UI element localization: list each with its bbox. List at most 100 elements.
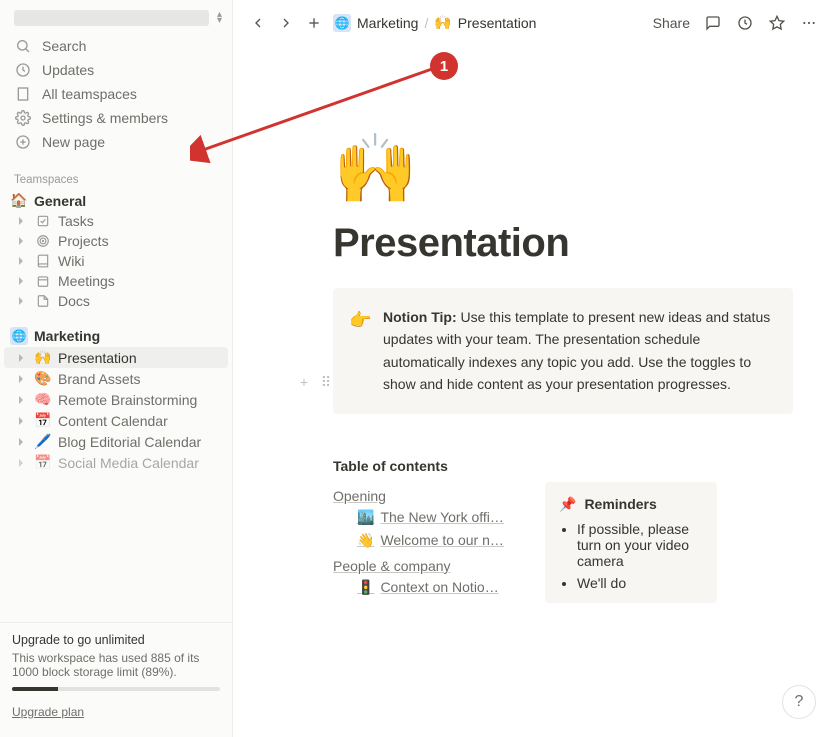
new-tab-icon[interactable]	[305, 14, 323, 32]
breadcrumb-presentation-label: Presentation	[458, 15, 537, 31]
add-block-icon[interactable]: +	[295, 373, 313, 391]
blog-editorial-label: Blog Editorial Calendar	[58, 434, 201, 450]
chevron-right-icon[interactable]	[14, 374, 28, 384]
toc-link-ny-office[interactable]: 🏙️The New York offi…	[333, 506, 523, 529]
sidebar-item-projects[interactable]: Projects	[4, 231, 228, 251]
wiki-label: Wiki	[58, 253, 84, 269]
tasks-label: Tasks	[58, 213, 94, 229]
settings-members-button[interactable]: Settings & members	[4, 106, 228, 130]
chevron-right-icon[interactable]	[14, 236, 28, 246]
reminders-callout[interactable]: 📌 Reminders If possible, please turn on …	[545, 482, 717, 603]
workspace-name[interactable]: Workspace	[14, 10, 209, 26]
chevron-right-icon[interactable]	[14, 296, 28, 306]
sidebar-item-tasks[interactable]: Tasks	[4, 211, 228, 231]
page-body: + ⠿ 🙌 Presentation 👉 Notion Tip: Use thi…	[233, 45, 834, 603]
teamspaces-section-label: Teamspaces	[0, 164, 232, 190]
raised-hands-icon: 🙌	[34, 349, 52, 366]
chevron-right-icon[interactable]	[14, 458, 28, 468]
breadcrumb-marketing[interactable]: 🌐 Marketing	[333, 14, 418, 32]
book-icon	[34, 254, 52, 268]
docs-label: Docs	[58, 293, 90, 309]
sidebar-item-blog-editorial[interactable]: 🖊️ Blog Editorial Calendar	[4, 431, 228, 452]
toc-heading-people[interactable]: People & company	[333, 552, 523, 576]
help-button[interactable]: ?	[782, 685, 816, 719]
toc-link-welcome[interactable]: 👋Welcome to our n…	[333, 529, 523, 552]
toc-heading-opening[interactable]: Opening	[333, 482, 523, 506]
history-icon[interactable]	[736, 14, 754, 32]
new-page-label: New page	[42, 134, 105, 150]
annotation-badge-1: 1	[430, 52, 458, 80]
chevron-right-icon[interactable]	[14, 216, 28, 226]
topbar: 🌐 Marketing / 🙌 Presentation Share	[233, 0, 834, 45]
projects-label: Projects	[58, 233, 109, 249]
globe-icon: 🌐	[333, 14, 351, 32]
breadcrumb: 🌐 Marketing / 🙌 Presentation	[333, 14, 536, 32]
updates-button[interactable]: Updates	[4, 58, 228, 82]
chevron-right-icon[interactable]	[14, 353, 28, 363]
sidebar-item-presentation[interactable]: 🙌 Presentation	[4, 347, 228, 368]
gear-icon	[14, 109, 32, 127]
sidebar: Workspace ▴▾ Search Updates	[0, 0, 233, 737]
toc-title: Table of contents	[333, 458, 793, 474]
upgrade-title: Upgrade to go unlimited	[12, 633, 220, 647]
traffic-light-icon: 🚦	[357, 579, 374, 596]
sidebar-item-brand-assets[interactable]: 🎨 Brand Assets	[4, 368, 228, 389]
all-teamspaces-button[interactable]: All teamspaces	[4, 82, 228, 106]
check-icon	[34, 214, 52, 228]
nav-back-icon[interactable]	[249, 14, 267, 32]
sidebar-item-social-media[interactable]: 📅 Social Media Calendar	[4, 452, 228, 473]
chevron-right-icon[interactable]	[14, 416, 28, 426]
reminders-title: Reminders	[584, 496, 656, 512]
raised-hands-icon: 🙌	[434, 14, 451, 31]
breadcrumb-marketing-label: Marketing	[357, 15, 418, 31]
building-icon	[14, 85, 32, 103]
meetings-label: Meetings	[58, 273, 115, 289]
pin-icon: 📌	[559, 496, 576, 513]
chevron-right-icon[interactable]	[14, 276, 28, 286]
plus-circle-icon	[14, 133, 32, 151]
brain-icon: 🧠	[34, 391, 52, 408]
document-icon	[34, 294, 52, 308]
share-button[interactable]: Share	[653, 15, 690, 31]
new-page-button[interactable]: New page	[4, 130, 228, 154]
chevron-right-icon[interactable]	[14, 437, 28, 447]
reminder-item-1: If possible, please turn on your video c…	[577, 521, 703, 569]
updates-label: Updates	[42, 62, 94, 78]
content-calendar-label: Content Calendar	[58, 413, 168, 429]
presentation-label: Presentation	[58, 350, 137, 366]
more-icon[interactable]	[800, 14, 818, 32]
city-icon: 🏙️	[357, 509, 374, 526]
brand-assets-label: Brand Assets	[58, 371, 141, 387]
wave-icon: 👋	[357, 532, 374, 549]
storage-progress	[12, 687, 220, 691]
remote-brainstorming-label: Remote Brainstorming	[58, 392, 197, 408]
nav-forward-icon[interactable]	[277, 14, 295, 32]
sidebar-item-docs[interactable]: Docs	[4, 291, 228, 311]
upgrade-plan-link[interactable]: Upgrade plan	[12, 705, 84, 719]
workspace-switcher-icon[interactable]: ▴▾	[217, 12, 222, 24]
breadcrumb-presentation[interactable]: 🙌 Presentation	[434, 14, 536, 31]
sidebar-item-wiki[interactable]: Wiki	[4, 251, 228, 271]
sidebar-item-meetings[interactable]: Meetings	[4, 271, 228, 291]
clock-icon	[14, 61, 32, 79]
comments-icon[interactable]	[704, 14, 722, 32]
house-icon: 🏠	[10, 192, 28, 209]
pointing-hand-icon: 👉	[349, 306, 371, 335]
notion-tip-callout[interactable]: 👉 Notion Tip: Use this template to prese…	[333, 288, 793, 414]
pen-icon: 🖊️	[34, 433, 52, 450]
chevron-right-icon[interactable]	[14, 395, 28, 405]
table-of-contents: Opening 🏙️The New York offi… 👋Welcome to…	[333, 482, 523, 599]
page-title[interactable]: Presentation	[333, 221, 793, 266]
reminder-item-2: We'll do	[577, 575, 703, 591]
sidebar-item-content-calendar[interactable]: 📅 Content Calendar	[4, 410, 228, 431]
page-emoji[interactable]: 🙌	[333, 135, 793, 203]
teamspace-general[interactable]: 🏠 General	[4, 190, 228, 211]
sidebar-item-remote-brainstorming[interactable]: 🧠 Remote Brainstorming	[4, 389, 228, 410]
chevron-right-icon[interactable]	[14, 256, 28, 266]
star-icon[interactable]	[768, 14, 786, 32]
search-label: Search	[42, 38, 86, 54]
toc-link-context[interactable]: 🚦Context on Notio…	[333, 576, 523, 599]
palette-icon: 🎨	[34, 370, 52, 387]
search-button[interactable]: Search	[4, 34, 228, 58]
teamspace-marketing[interactable]: 🌐 Marketing	[4, 325, 228, 347]
